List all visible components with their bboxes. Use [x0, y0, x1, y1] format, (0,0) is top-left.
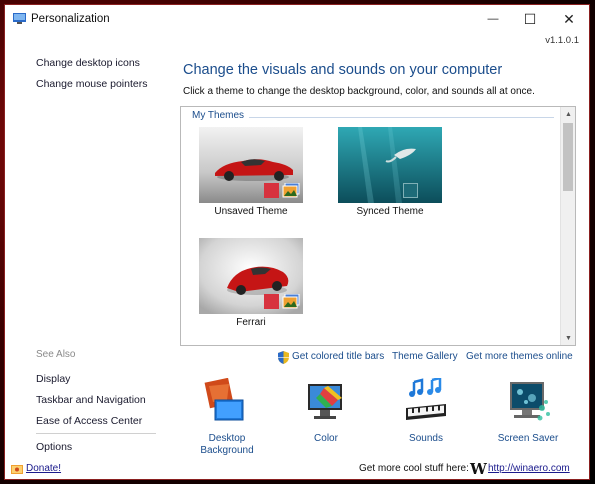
get-colored-title-bars-link[interactable]: Get colored title bars — [292, 351, 384, 362]
theme-unsaved[interactable]: Unsaved Theme — [199, 127, 303, 219]
close-icon: ✕ — [563, 10, 575, 27]
donate-icon — [11, 465, 23, 474]
personalization-window: Personalization — ☐ ✕ v1.1.0.1 Change de… — [4, 4, 590, 480]
display-link[interactable]: Display — [36, 373, 70, 385]
screen-saver-icon — [510, 382, 550, 421]
themes-list[interactable]: My Themes Unsaved Theme Synced Theme Fer… — [180, 106, 576, 346]
desktop-background-button[interactable]: Desktop Background — [182, 377, 272, 457]
shield-icon — [278, 351, 289, 364]
scroll-thumb[interactable] — [563, 123, 573, 191]
ease-of-access-link[interactable]: Ease of Access Center — [36, 415, 142, 427]
version-label: v1.1.0.1 — [545, 35, 579, 46]
title-bar[interactable]: Personalization — ☐ ✕ — [5, 5, 589, 33]
window-title: Personalization — [31, 13, 110, 25]
desktop-background-label-line1: Desktop — [208, 433, 246, 444]
desktop-background-label-line2: Background — [200, 445, 254, 456]
color-swatch — [403, 183, 418, 198]
themes-scrollbar[interactable]: ▲ ▼ — [560, 107, 575, 345]
color-swatch — [264, 183, 279, 198]
theme-thumbnail — [199, 127, 303, 203]
nav-divider — [36, 433, 156, 434]
wallpaper-stack-icon — [282, 294, 300, 309]
theme-name: Ferrari — [236, 317, 266, 328]
donate-link[interactable]: Donate! — [26, 463, 61, 474]
theme-gallery-link[interactable]: Theme Gallery — [392, 351, 458, 362]
my-themes-label: My Themes — [192, 110, 248, 121]
minimize-button[interactable]: — — [475, 5, 511, 33]
screen-saver-button[interactable]: Screen Saver — [483, 378, 573, 445]
color-icon — [308, 384, 342, 419]
personalization-app-icon — [13, 13, 26, 24]
taskbar-navigation-link[interactable]: Taskbar and Navigation — [36, 394, 146, 406]
color-button[interactable]: Color — [281, 378, 371, 445]
maximize-button[interactable]: ☐ — [512, 5, 548, 33]
sounds-label: Sounds — [409, 433, 443, 444]
options-link[interactable]: Options — [36, 441, 72, 453]
wallpaper-stack-icon — [282, 183, 300, 198]
theme-synced[interactable]: Synced Theme — [338, 127, 442, 219]
change-mouse-pointers-link[interactable]: Change mouse pointers — [36, 78, 148, 90]
theme-thumbnail — [199, 238, 303, 314]
minimize-icon: — — [487, 13, 499, 25]
winaero-logo-icon: W — [470, 460, 487, 478]
sounds-button[interactable]: Sounds — [381, 376, 471, 445]
page-heading: Change the visuals and sounds on your co… — [183, 62, 503, 78]
group-divider — [249, 117, 554, 118]
color-swatch — [264, 294, 279, 309]
desktop-background-icon — [204, 377, 244, 421]
get-more-themes-link[interactable]: Get more themes online — [466, 351, 573, 362]
change-desktop-icons-link[interactable]: Change desktop icons — [36, 57, 140, 69]
sounds-icon — [406, 376, 446, 420]
screen-saver-label: Screen Saver — [497, 433, 559, 444]
winaero-link[interactable]: http://winaero.com — [488, 463, 570, 474]
see-also-heading: See Also — [36, 349, 76, 360]
maximize-icon: ☐ — [523, 10, 537, 27]
theme-thumbnail — [338, 127, 442, 203]
theme-name: Unsaved Theme — [214, 206, 288, 217]
color-label: Color — [314, 433, 338, 444]
scroll-down-arrow-icon[interactable]: ▼ — [561, 331, 576, 345]
get-more-cool-stuff-text: Get more cool stuff here: — [359, 463, 469, 474]
page-subtext: Click a theme to change the desktop back… — [183, 86, 535, 97]
scroll-up-arrow-icon[interactable]: ▲ — [561, 107, 576, 121]
theme-ferrari[interactable]: Ferrari — [199, 238, 303, 330]
theme-name: Synced Theme — [356, 206, 424, 217]
close-button[interactable]: ✕ — [551, 5, 587, 33]
